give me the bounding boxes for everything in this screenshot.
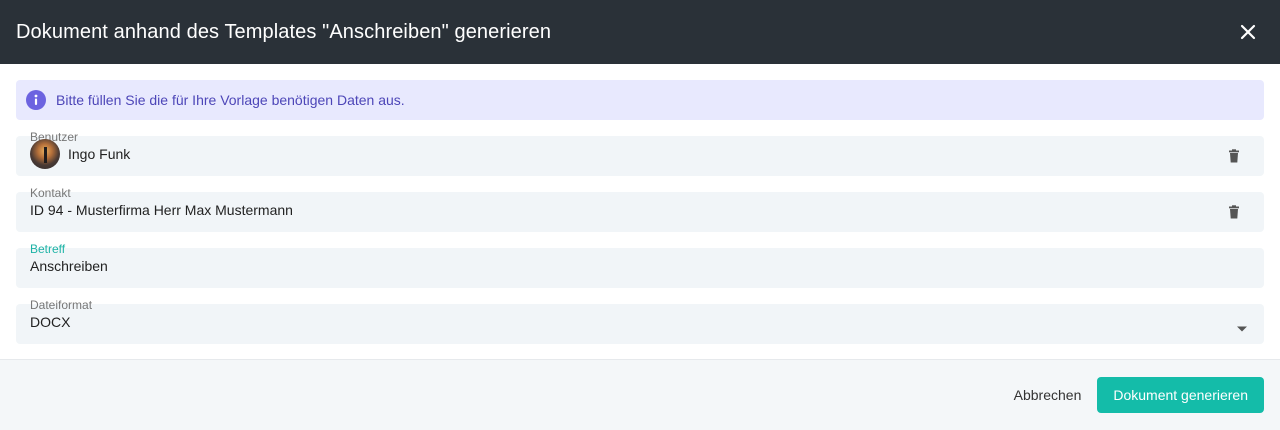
dialog-title: Dokument anhand des Templates "Anschreib… [16,20,552,43]
trash-icon [1229,149,1239,163]
format-dropdown-toggle[interactable] [1236,320,1248,332]
contact-field-label: Kontakt [30,186,71,200]
remove-user-button[interactable] [1226,148,1242,164]
dialog-header: Dokument anhand des Templates "Anschreib… [0,0,1280,64]
contact-field-value: ID 94 - Musterfirma Herr Max Mustermann [30,202,293,218]
user-field-value: Ingo Funk [30,139,130,169]
caret-down-icon [1237,326,1247,332]
info-banner: Bitte füllen Sie die für Ihre Vorlage be… [16,80,1264,120]
format-field-label: Dateiformat [30,298,93,312]
remove-contact-button[interactable] [1226,204,1242,220]
close-button[interactable] [1232,16,1264,48]
close-icon [1240,24,1256,40]
user-field[interactable]: Benutzer Ingo Funk [16,130,1264,176]
format-select[interactable]: Dateiformat DOCX [16,298,1264,344]
subject-field-label: Betreff [30,242,66,256]
dialog-footer: Abbrechen Dokument generieren [0,359,1280,430]
trash-icon [1229,205,1239,219]
user-name: Ingo Funk [68,146,131,162]
generate-document-dialog: Dokument anhand des Templates "Anschreib… [0,0,1280,430]
format-value: DOCX [30,314,71,330]
generate-document-button[interactable]: Dokument generieren [1097,377,1264,413]
cancel-button[interactable]: Abbrechen [998,377,1098,413]
subject-field[interactable]: Betreff Anschreiben [16,242,1264,288]
contact-field[interactable]: Kontakt ID 94 - Musterfirma Herr Max Mus… [16,186,1264,232]
subject-input[interactable]: Anschreiben [30,258,108,274]
info-icon [26,90,46,110]
avatar [30,139,60,169]
dialog-body: Bitte füllen Sie die für Ihre Vorlage be… [0,64,1280,344]
info-text: Bitte füllen Sie die für Ihre Vorlage be… [56,92,405,108]
